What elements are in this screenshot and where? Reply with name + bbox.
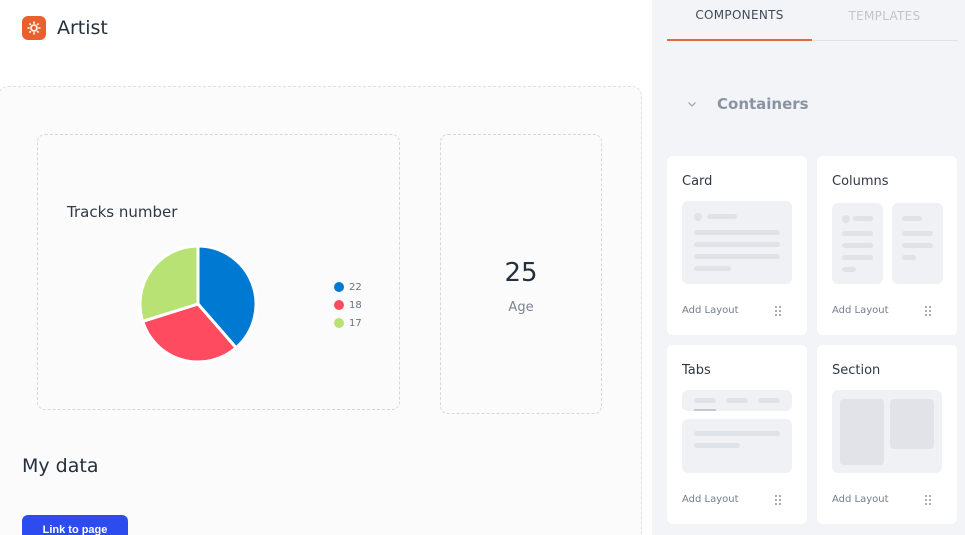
component-card-section[interactable]: Section Add Layout	[817, 345, 957, 524]
gear-icon[interactable]	[22, 16, 46, 40]
stat-label: Age	[508, 300, 534, 315]
component-card-card[interactable]: Card Add Layout	[667, 156, 807, 335]
chart-legend: 22 18 17	[334, 278, 362, 332]
tab-templates[interactable]: TEMPLATES	[812, 0, 957, 41]
chevron-down-icon	[688, 102, 696, 107]
panel-tabs: COMPONENTS TEMPLATES	[667, 0, 958, 41]
component-card-columns[interactable]: Columns Add Layout	[817, 156, 957, 335]
legend-swatch	[334, 318, 344, 328]
editor-canvas: Artist Tracks number 22 18 17 25 Age My …	[0, 0, 652, 535]
drag-handle-icon[interactable]	[775, 306, 783, 318]
app-name: Artist	[57, 17, 108, 39]
tabs-preview-header	[682, 390, 792, 411]
group-title: Containers	[717, 95, 809, 113]
stat-widget[interactable]: 25 Age	[440, 134, 602, 414]
add-layout-label: Add Layout	[682, 305, 739, 316]
component-card-tabs[interactable]: Tabs Add Layout	[667, 345, 807, 524]
drag-handle-icon[interactable]	[775, 495, 783, 507]
app-header: Artist	[22, 15, 108, 41]
card-title: Card	[682, 174, 713, 189]
tabs-preview-body	[682, 419, 792, 473]
legend-label: 22	[349, 281, 362, 293]
legend-swatch	[334, 282, 344, 292]
legend-item: 18	[334, 296, 362, 314]
add-layout-label: Add Layout	[682, 494, 739, 505]
pie-chart	[138, 244, 258, 364]
chart-widget[interactable]: Tracks number 22 18 17	[37, 134, 400, 410]
link-to-page-button[interactable]: Link to page	[22, 515, 128, 535]
legend-swatch	[334, 300, 344, 310]
card-title: Section	[832, 363, 881, 378]
drag-handle-icon[interactable]	[925, 495, 933, 507]
chart-title: Tracks number	[67, 203, 178, 221]
card-preview	[682, 201, 792, 284]
columns-preview-left	[832, 203, 883, 284]
columns-preview-right	[892, 203, 943, 284]
drag-handle-icon[interactable]	[925, 306, 933, 318]
legend-item: 22	[334, 278, 362, 296]
components-panel: COMPONENTS TEMPLATES Containers Card Add…	[652, 0, 965, 535]
containers-group-header[interactable]: Containers	[686, 95, 809, 113]
legend-label: 18	[349, 299, 362, 311]
app-root: Artist Tracks number 22 18 17 25 Age My …	[0, 0, 965, 535]
stat-value: 25	[504, 258, 538, 288]
add-layout-label: Add Layout	[832, 494, 889, 505]
section-preview	[832, 390, 942, 473]
card-title: Columns	[832, 174, 889, 189]
section-heading: My data	[22, 455, 99, 477]
tab-components[interactable]: COMPONENTS	[667, 0, 812, 41]
legend-label: 17	[349, 317, 362, 329]
card-title: Tabs	[682, 363, 711, 378]
add-layout-label: Add Layout	[832, 305, 889, 316]
legend-item: 17	[334, 314, 362, 332]
